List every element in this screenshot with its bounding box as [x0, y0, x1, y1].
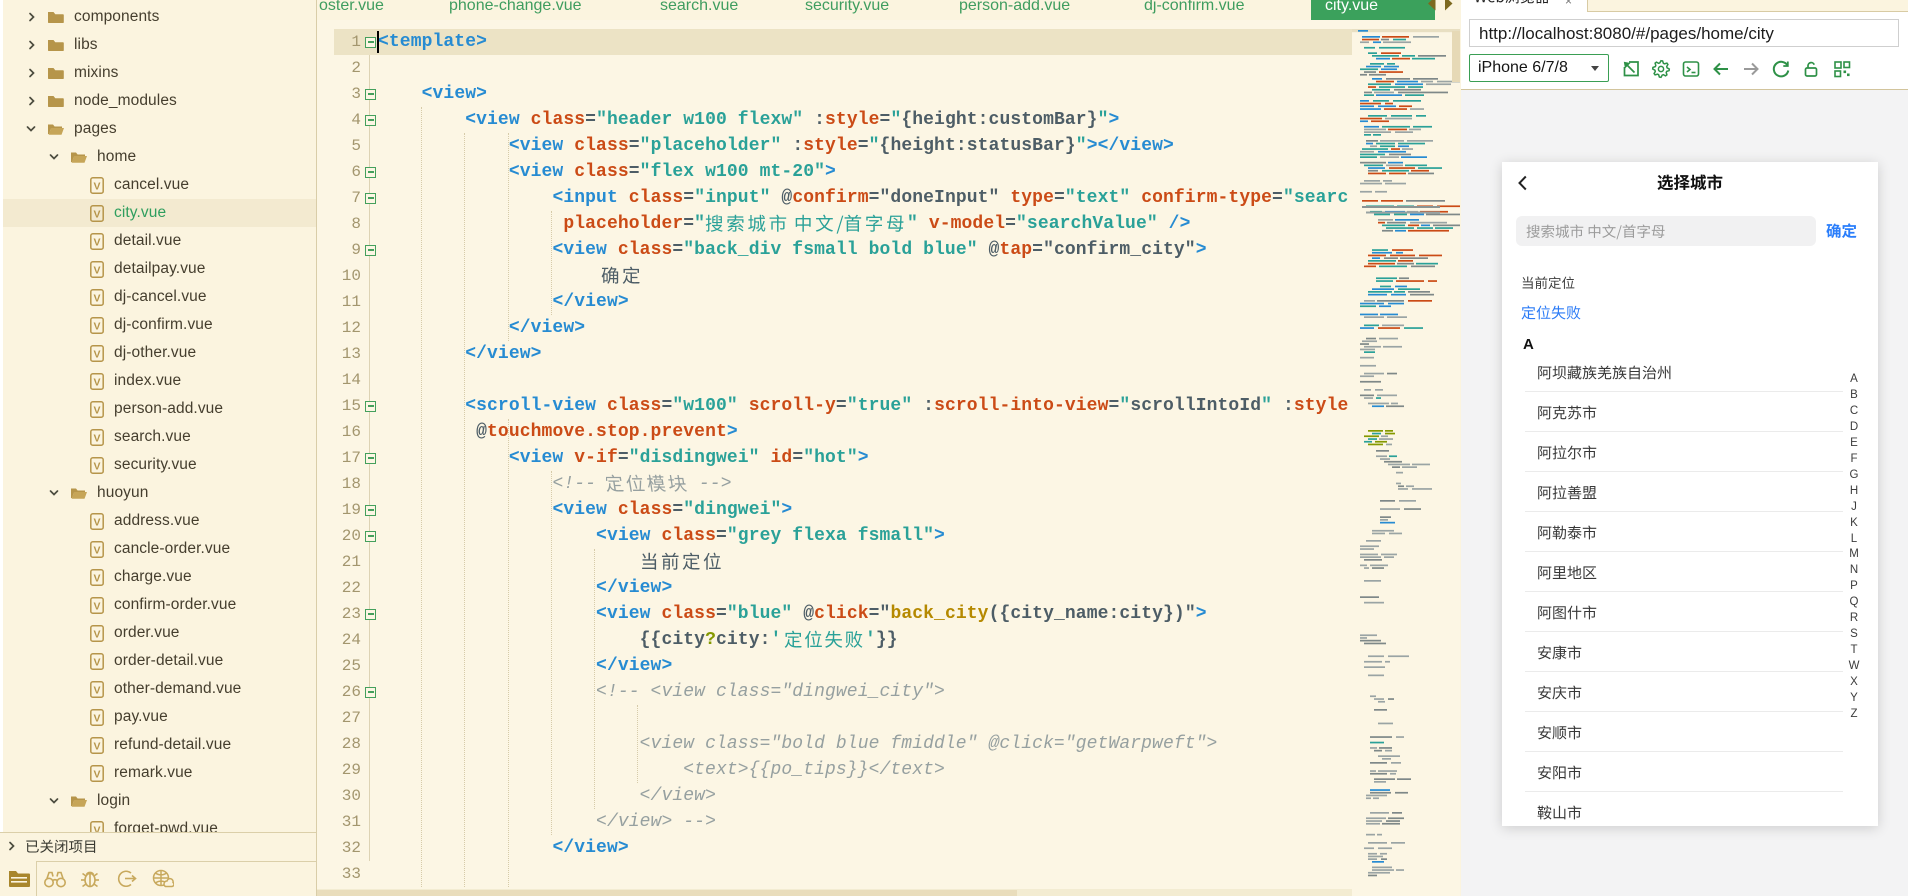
- svg-text:V: V: [93, 545, 100, 557]
- svg-text:V: V: [93, 713, 100, 725]
- svg-text:V: V: [93, 349, 100, 361]
- svg-text:V: V: [93, 657, 100, 669]
- svg-text:V: V: [93, 181, 100, 193]
- svg-text:V: V: [93, 517, 100, 529]
- svg-text:V: V: [93, 629, 100, 641]
- svg-text:V: V: [93, 433, 100, 445]
- svg-text:V: V: [93, 741, 100, 753]
- svg-text:V: V: [93, 573, 100, 585]
- svg-text:V: V: [93, 405, 100, 417]
- svg-text:V: V: [93, 825, 100, 833]
- svg-text:V: V: [93, 237, 100, 249]
- svg-text:V: V: [93, 601, 100, 613]
- svg-text:V: V: [93, 293, 100, 305]
- svg-text:V: V: [93, 377, 100, 389]
- svg-text:V: V: [93, 769, 100, 781]
- svg-text:V: V: [93, 209, 100, 221]
- svg-text:V: V: [93, 461, 100, 473]
- svg-text:V: V: [93, 685, 100, 697]
- svg-text:V: V: [93, 265, 100, 277]
- svg-text:V: V: [93, 321, 100, 333]
